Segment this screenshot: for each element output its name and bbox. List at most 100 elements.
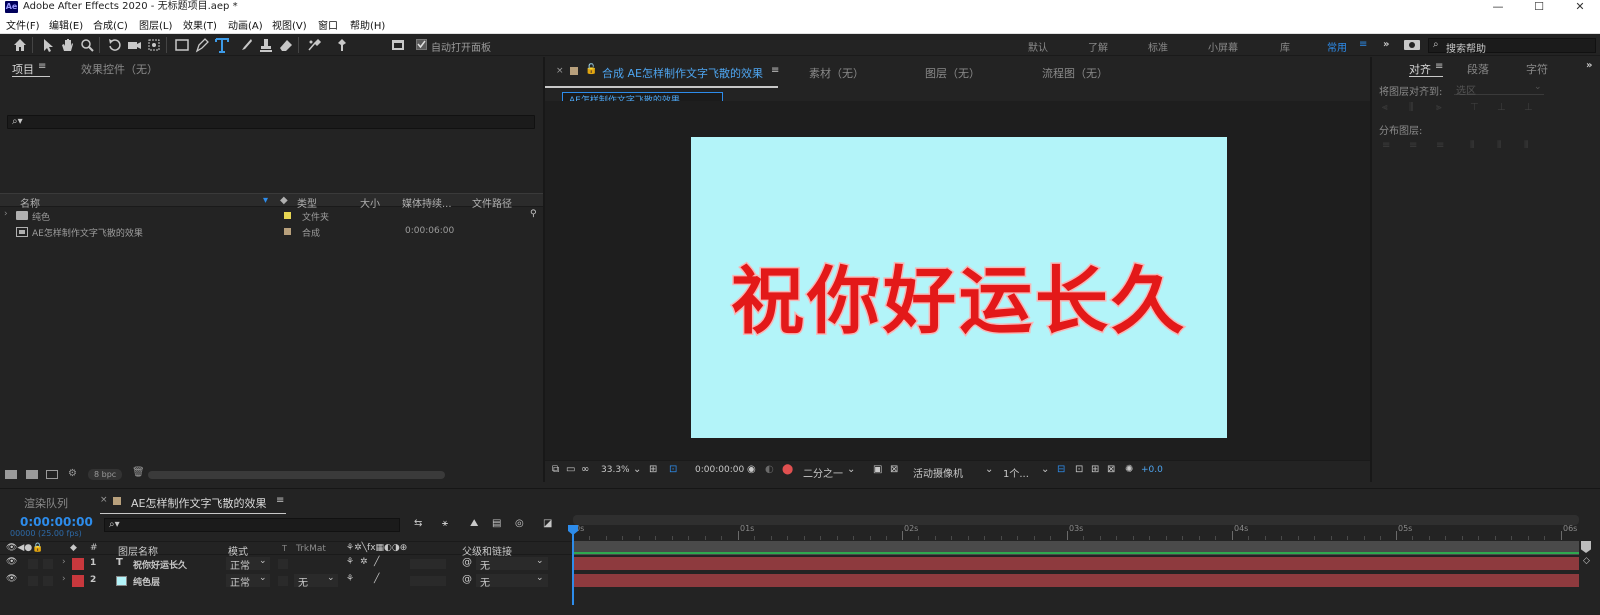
switch-toggles[interactable] bbox=[410, 559, 446, 569]
lock-icon[interactable]: 🔓 bbox=[585, 64, 597, 75]
canvas-text-layer[interactable]: 祝你好运长久 bbox=[691, 242, 1227, 348]
distribute-bottom-icon[interactable]: ≡ bbox=[1436, 140, 1444, 151]
tab-timeline-composition[interactable]: AE怎样制作文字飞散的效果 bbox=[131, 495, 266, 511]
workspace-standard[interactable]: 标准 bbox=[1148, 39, 1168, 54]
tab-menu-icon[interactable]: ≡ bbox=[38, 61, 46, 72]
align-horizontal-center-icon[interactable]: ⫼ bbox=[1409, 102, 1414, 113]
mask-visibility-icon[interactable]: ∞ bbox=[581, 464, 589, 475]
reset-exposure-icon[interactable]: ✺ bbox=[1125, 464, 1133, 475]
tab-character[interactable]: 字符 bbox=[1526, 61, 1548, 77]
exposure-value[interactable]: +0.0 bbox=[1141, 465, 1163, 475]
search-help-field[interactable]: ⌕ 搜索帮助 bbox=[1428, 38, 1596, 55]
safe-margins-icon[interactable]: ⊡ bbox=[669, 464, 677, 475]
bit-depth-button[interactable]: 8 bpc bbox=[88, 469, 122, 480]
resolution-select[interactable]: 二分之一 bbox=[803, 465, 843, 480]
label-color-swatch[interactable] bbox=[284, 228, 291, 235]
viewer-timecode[interactable]: 0:00:00:00 bbox=[695, 465, 744, 475]
switch-toggles[interactable] bbox=[410, 576, 446, 586]
minimize-button[interactable]: — bbox=[1478, 0, 1518, 14]
close-button[interactable]: ✕ bbox=[1560, 0, 1600, 14]
work-area-end-handle[interactable] bbox=[1581, 541, 1591, 553]
current-time-display[interactable]: 0:00:00:00 bbox=[20, 515, 93, 529]
shy-icon[interactable]: ⚘ bbox=[346, 557, 354, 567]
chevron-double-right-icon[interactable]: » bbox=[1586, 60, 1592, 71]
menu-window[interactable]: 窗口 bbox=[318, 17, 338, 32]
composition-canvas[interactable]: 祝你好运长久 bbox=[691, 137, 1227, 438]
workspace-active[interactable]: 常用 bbox=[1327, 39, 1347, 54]
snapshot-camera-icon[interactable]: ◉ bbox=[747, 464, 756, 475]
pen-tool-icon[interactable] bbox=[194, 37, 210, 53]
lock-toggle[interactable] bbox=[43, 576, 53, 586]
layer-row[interactable]: 👁 › 1 T 祝你好运长久 正常 ⌄ ⚘ ✲ ╱ @ 无 ⌄ bbox=[0, 556, 573, 572]
layer-name[interactable]: 祝你好运长久 bbox=[133, 558, 187, 571]
workspace-default[interactable]: 默认 bbox=[1028, 39, 1048, 54]
menu-help[interactable]: 帮助(H) bbox=[350, 17, 385, 32]
auto-open-panels-checkbox[interactable] bbox=[416, 39, 427, 50]
project-search-input[interactable]: ⌕▾ bbox=[7, 115, 535, 129]
preserve-transparency-toggle[interactable] bbox=[278, 559, 288, 569]
graph-editor-icon[interactable]: ◪ bbox=[543, 518, 552, 529]
maximize-button[interactable]: ☐ bbox=[1519, 0, 1559, 14]
timeline-icon[interactable]: ⊞ bbox=[1091, 464, 1099, 475]
menu-effect[interactable]: 效果(T) bbox=[183, 17, 217, 32]
tab-menu-icon[interactable]: ≡ bbox=[1435, 61, 1443, 72]
settings-icon[interactable]: ⚙ bbox=[68, 468, 77, 479]
align-to-select[interactable]: 选区 ⌄ bbox=[1454, 82, 1544, 97]
rectangle-tool-icon[interactable] bbox=[174, 37, 190, 53]
tab-flowchart[interactable]: 流程图（无） bbox=[1042, 65, 1108, 81]
color-channels-icon[interactable]: ⬤ bbox=[782, 464, 793, 475]
share-monitor-icon[interactable] bbox=[1404, 40, 1420, 50]
align-top-icon[interactable]: ⊤ bbox=[1470, 102, 1479, 113]
track-matte-select[interactable]: 无 ⌄ bbox=[294, 573, 338, 589]
transparency-grid-icon[interactable]: ⊠ bbox=[890, 464, 898, 475]
pan-behind-tool-icon[interactable] bbox=[146, 37, 162, 53]
label-color-swatch[interactable] bbox=[72, 558, 84, 570]
audio-toggle[interactable] bbox=[28, 559, 38, 569]
workspace-libraries[interactable]: 库 bbox=[1280, 39, 1290, 54]
quality-icon[interactable]: ╱ bbox=[374, 574, 379, 584]
align-right-icon[interactable]: ⫸ bbox=[1436, 102, 1442, 113]
distribute-left-icon[interactable]: ⦀ bbox=[1470, 140, 1474, 151]
tab-align[interactable]: 对齐 bbox=[1409, 61, 1431, 77]
expand-arrow-icon[interactable]: › bbox=[4, 209, 8, 219]
region-of-interest-icon[interactable]: ▣ bbox=[873, 464, 882, 475]
lock-toggle[interactable] bbox=[43, 559, 53, 569]
layer-duration-bar[interactable] bbox=[573, 574, 1579, 587]
tab-composition[interactable]: 合成 AE怎样制作文字飞散的效果 bbox=[602, 65, 763, 81]
toggle-pixel-aspect-icon[interactable]: ⊡ bbox=[1075, 464, 1083, 475]
close-tab-icon[interactable]: × bbox=[100, 495, 108, 505]
panel-dock-icon[interactable] bbox=[390, 37, 406, 53]
chevron-down-icon[interactable]: ⌄ bbox=[985, 464, 993, 475]
label-color-swatch[interactable] bbox=[284, 212, 291, 219]
time-ruler[interactable]: 0s 01s 02s 03s 04s 05s 06s bbox=[573, 524, 1579, 540]
continuous-rasterize-icon[interactable]: ✲ bbox=[360, 557, 368, 567]
column-trkmat[interactable]: TrkMat bbox=[296, 544, 326, 554]
hide-shy-layers-icon[interactable]: ⛰ bbox=[470, 518, 478, 529]
quality-icon[interactable]: ╱ bbox=[374, 557, 379, 567]
brush-tool-icon[interactable] bbox=[238, 37, 254, 53]
eraser-tool-icon[interactable] bbox=[278, 37, 294, 53]
puppet-pin-tool-icon[interactable] bbox=[334, 37, 350, 53]
layer-name[interactable]: 纯色层 bbox=[133, 575, 160, 588]
distribute-vcenter-icon[interactable]: ≡ bbox=[1409, 140, 1417, 151]
menu-animation[interactable]: 动画(A) bbox=[228, 17, 263, 32]
tab-footage[interactable]: 素材（无） bbox=[809, 65, 864, 81]
camera-select[interactable]: 活动摄像机 bbox=[913, 465, 963, 480]
tab-effect-controls[interactable]: 效果控件（无） bbox=[81, 61, 158, 77]
workspace-learn[interactable]: 了解 bbox=[1088, 39, 1108, 54]
draft-3d-icon[interactable]: ⚹ bbox=[442, 518, 448, 529]
type-tool-icon[interactable] bbox=[214, 37, 230, 53]
home-icon[interactable] bbox=[12, 37, 28, 53]
flowchart-icon[interactable]: ⚲ bbox=[530, 209, 537, 219]
new-composition-icon[interactable] bbox=[46, 470, 58, 479]
interpret-footage-icon[interactable] bbox=[5, 470, 17, 479]
timeline-search-input[interactable]: ⌕▾ bbox=[104, 518, 400, 532]
layer-bar-expand-icon[interactable]: ◇ bbox=[1583, 556, 1590, 566]
project-item-row[interactable]: AE怎样制作文字飞散的效果 合成 0:00:06:00 bbox=[0, 224, 543, 239]
tab-menu-icon[interactable]: ≡ bbox=[276, 495, 284, 506]
layer-duration-bar[interactable] bbox=[573, 557, 1579, 570]
pick-whip-icon[interactable]: @ bbox=[462, 574, 472, 585]
workspace-small-screen[interactable]: 小屏幕 bbox=[1208, 39, 1238, 54]
new-folder-icon[interactable] bbox=[26, 470, 38, 479]
hand-tool-icon[interactable] bbox=[59, 37, 75, 53]
